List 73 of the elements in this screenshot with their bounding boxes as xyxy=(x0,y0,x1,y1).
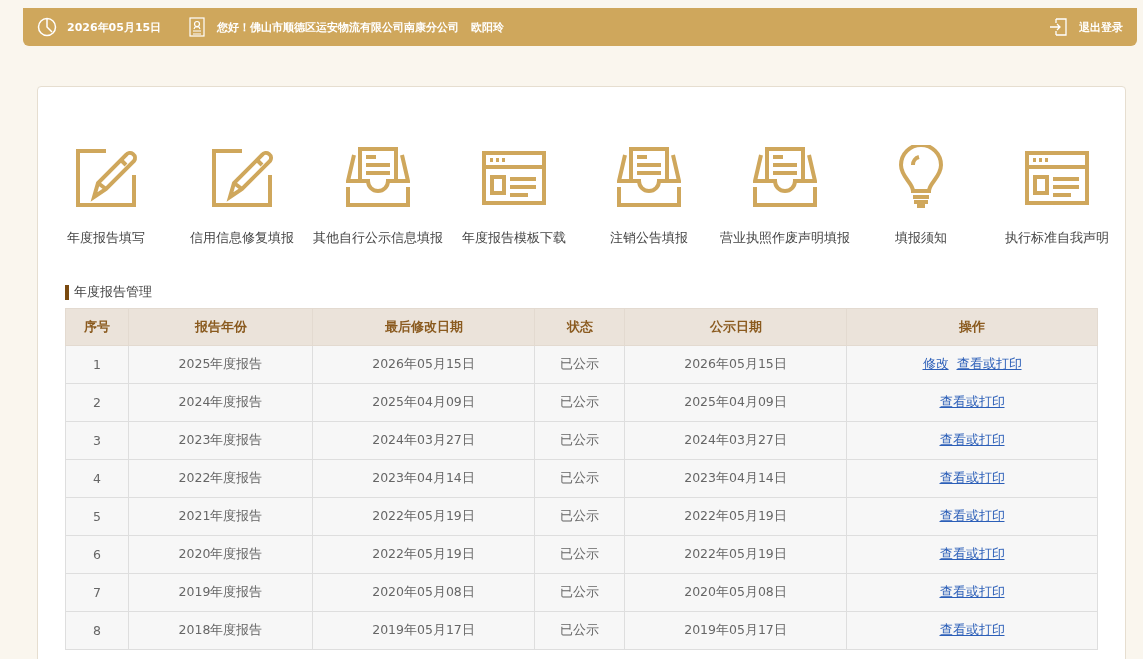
column-header: 操作 xyxy=(846,308,1098,346)
inbox-icon xyxy=(345,145,410,209)
logout-icon[interactable] xyxy=(1049,18,1067,36)
action-link[interactable]: 查看或打印 xyxy=(939,432,1005,447)
table-cell: 已公示 xyxy=(534,535,625,574)
table-cell: 2026年05月15日 xyxy=(624,345,847,384)
shortcut-label[interactable]: 注销公告填报 xyxy=(610,229,689,247)
table-cell: 2019年度报告 xyxy=(128,573,313,612)
table-cell: 2020年05月08日 xyxy=(624,573,847,612)
column-header: 状态 xyxy=(534,308,625,346)
table-cell: 2022年05月19日 xyxy=(312,497,535,536)
table-cell: 5 xyxy=(65,497,129,536)
shortcut-label[interactable]: 年度报告模板下载 xyxy=(461,229,566,247)
table-cell: 3 xyxy=(65,421,129,460)
table-cell: 4 xyxy=(65,459,129,498)
table-cell: 已公示 xyxy=(534,383,625,422)
table-cell: 2019年05月17日 xyxy=(312,611,535,650)
shortcut-label[interactable]: 填报须知 xyxy=(895,229,948,247)
table-cell: 2026年05月15日 xyxy=(312,345,535,384)
table-cell: 已公示 xyxy=(534,497,625,536)
section-title: 年度报告管理 xyxy=(74,283,152,301)
table-cell: 已公示 xyxy=(534,573,625,612)
greeting-text: 您好！佛山市顺德区运安物流有限公司南康分公司 xyxy=(217,19,460,35)
table-cell: 8 xyxy=(65,611,129,650)
action-link[interactable]: 查看或打印 xyxy=(956,356,1022,371)
table-cell: 2021年度报告 xyxy=(128,497,313,536)
table-cell: 已公示 xyxy=(534,611,625,650)
shortcut-label[interactable]: 信用信息修复填报 xyxy=(189,229,294,247)
user-name: 欧阳玲 xyxy=(471,19,505,35)
action-link[interactable]: 查看或打印 xyxy=(939,546,1005,561)
table-cell: 2025年04月09日 xyxy=(624,383,847,422)
action-link[interactable]: 查看或打印 xyxy=(939,508,1005,523)
current-date: 2026年05月15日 xyxy=(67,19,162,35)
shortcut-label[interactable]: 其他自行公示信息填报 xyxy=(312,229,443,247)
table-cell: 2025年度报告 xyxy=(128,345,313,384)
table-cell: 2022年05月19日 xyxy=(624,535,847,574)
table-cell: 2 xyxy=(65,383,129,422)
action-link[interactable]: 查看或打印 xyxy=(939,622,1005,637)
table-cell: 6 xyxy=(65,535,129,574)
table-cell: 2023年04月14日 xyxy=(624,459,847,498)
column-header: 报告年份 xyxy=(128,308,313,346)
table-cell: 2022年05月19日 xyxy=(624,497,847,536)
table-cell: 2019年05月17日 xyxy=(624,611,847,650)
table-cell: 2022年度报告 xyxy=(128,459,313,498)
action-link[interactable]: 修改 xyxy=(922,356,949,371)
table-cell: 2024年度报告 xyxy=(128,383,313,422)
table-cell: 已公示 xyxy=(534,345,625,384)
id-badge-icon xyxy=(189,17,206,37)
table-cell: 2020年05月08日 xyxy=(312,573,535,612)
shortcut-label[interactable]: 执行标准自我声明 xyxy=(1005,229,1110,247)
table-cell: 2023年度报告 xyxy=(128,421,313,460)
action-link[interactable]: 查看或打印 xyxy=(939,394,1005,409)
column-header: 序号 xyxy=(65,308,129,346)
column-header: 公示日期 xyxy=(624,308,847,346)
shortcut-label[interactable]: 营业执照作废声明填报 xyxy=(720,229,851,247)
action-link[interactable]: 查看或打印 xyxy=(939,470,1005,485)
action-link[interactable]: 查看或打印 xyxy=(939,584,1005,599)
table-cell: 2022年05月19日 xyxy=(312,535,535,574)
column-header: 最后修改日期 xyxy=(312,308,535,346)
table-cell: 2023年04月14日 xyxy=(312,459,535,498)
inbox-icon xyxy=(617,145,682,209)
inbox-icon xyxy=(753,145,818,209)
clock-icon xyxy=(37,17,57,37)
table-cell: 7 xyxy=(65,573,129,612)
table-cell: 2020年度报告 xyxy=(128,535,313,574)
table-cell: 已公示 xyxy=(534,421,625,460)
table-cell: 2024年03月27日 xyxy=(624,421,847,460)
table-cell: 1 xyxy=(65,345,129,384)
table-cell: 2025年04月09日 xyxy=(312,383,535,422)
table-cell: 2024年03月27日 xyxy=(312,421,535,460)
shortcut-label[interactable]: 年度报告填写 xyxy=(66,229,145,247)
table-cell: 已公示 xyxy=(534,459,625,498)
table-cell: 2018年度报告 xyxy=(128,611,313,650)
